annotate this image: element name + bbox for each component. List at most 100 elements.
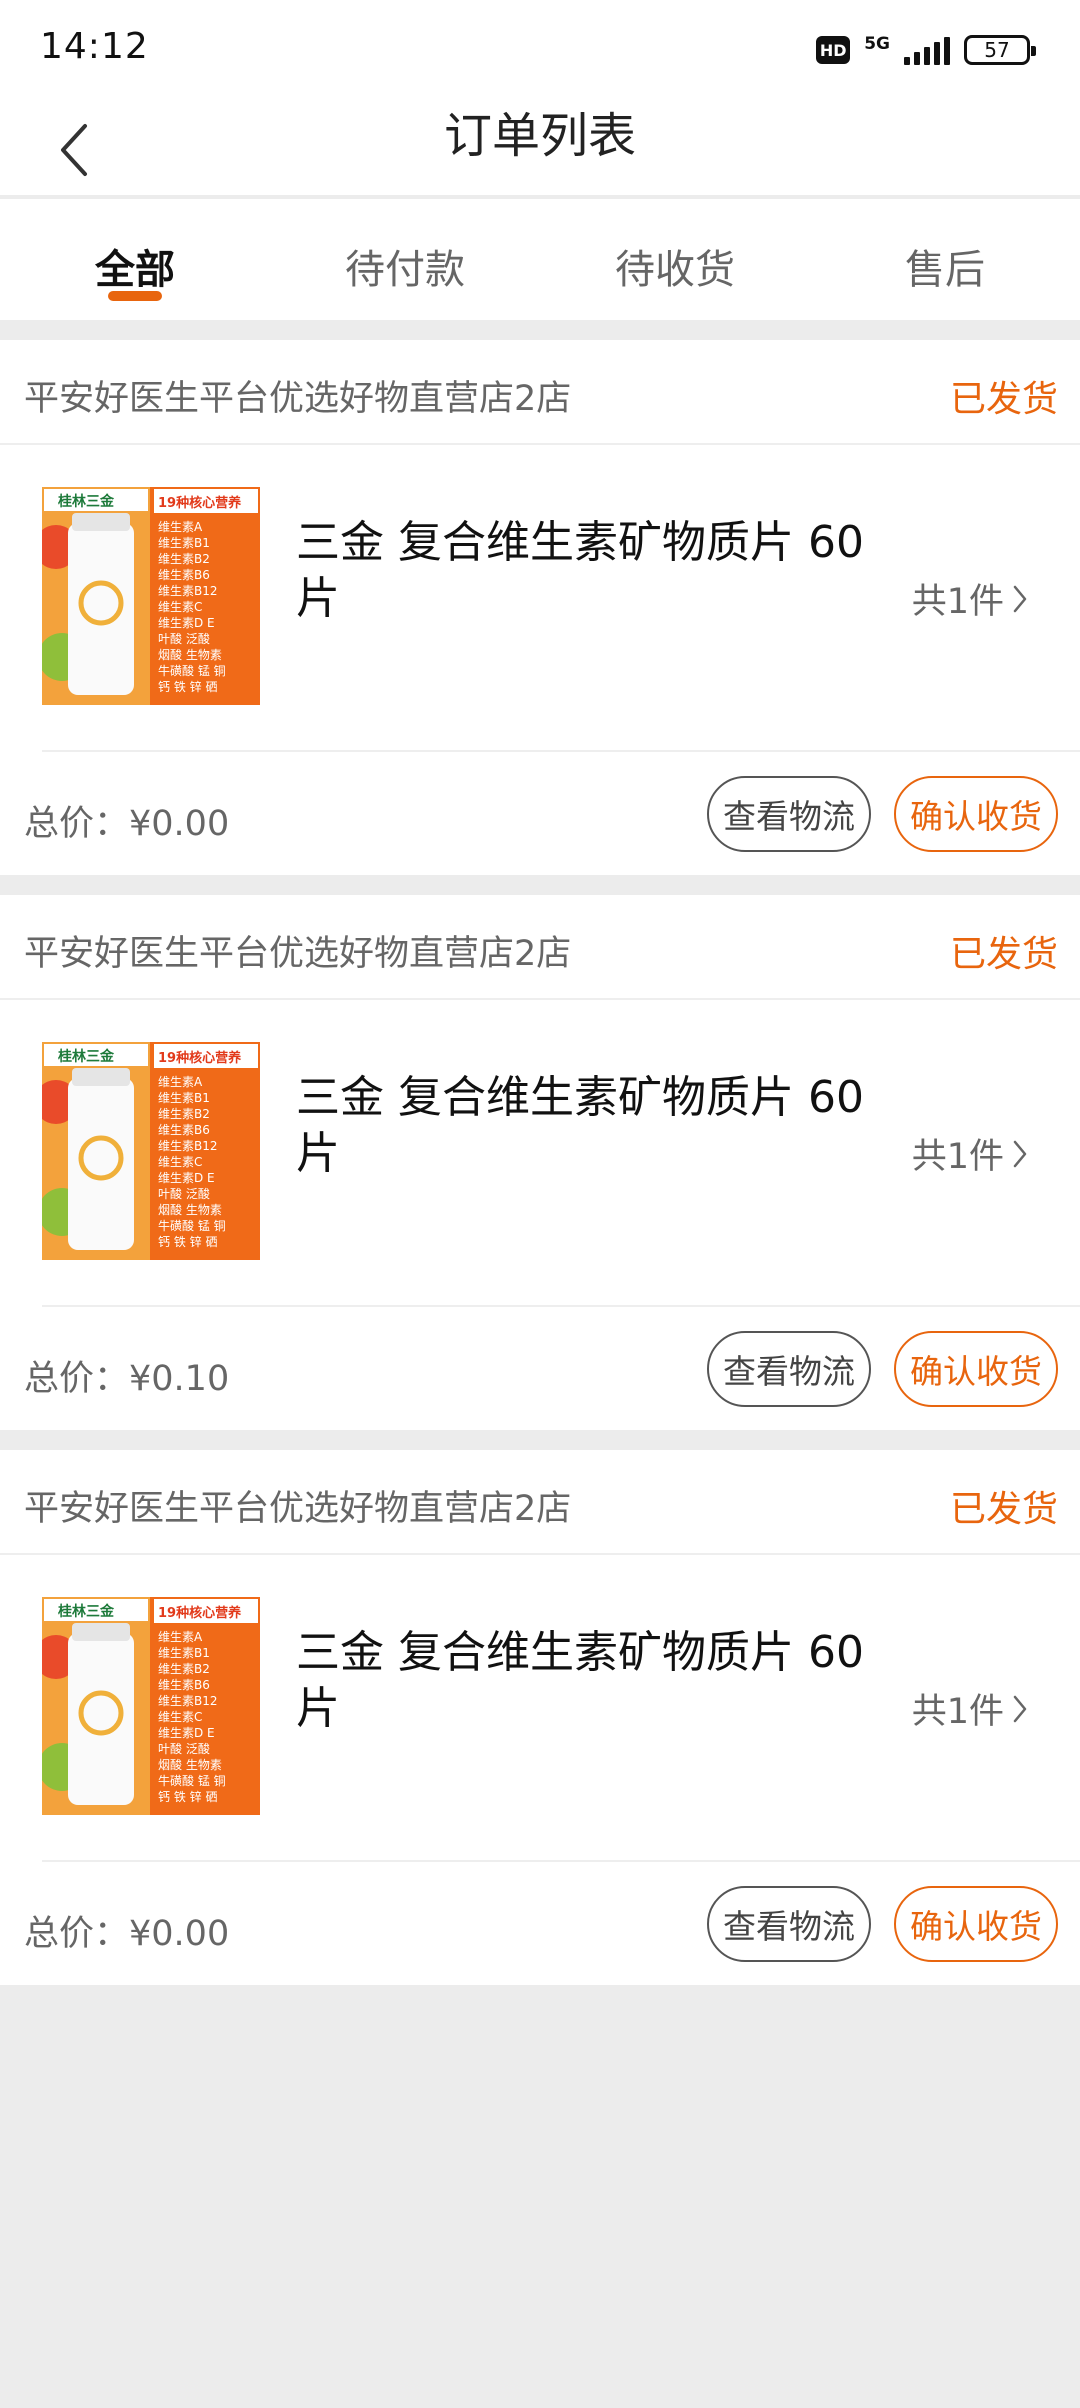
- tab-label: 全部: [95, 247, 175, 293]
- total-price-label: 总价：: [24, 804, 130, 844]
- nutrient-label: 维生素C: [158, 1710, 202, 1724]
- nutrient-label: 叶酸 泛酸: [158, 631, 210, 646]
- confirm-receipt-button[interactable]: 确认收货: [894, 776, 1058, 852]
- nutrient-label: 叶酸 泛酸: [158, 1186, 210, 1201]
- status-icons: HD 5G 57: [816, 30, 1036, 70]
- battery-level: 57: [984, 38, 1010, 62]
- bottle-cap: [72, 1068, 130, 1086]
- nutrient-label: 维生素A: [158, 520, 203, 534]
- total-price: 总价：¥0.00: [24, 795, 229, 846]
- item-count: 共1件: [912, 573, 1028, 624]
- product-image: 桂林三金 19种核心营养 维生素A 维生素B1 维生素B2 维生素B6 维生素B12 维生素C…: [42, 1597, 260, 1815]
- order-card[interactable]: 平安好医生平台优选好物直营店2店 已发货 桂林三金 19种核心营养 维生素A 维生素B…: [0, 1450, 1080, 1985]
- store-row: 平安好医生平台优选好物直营店2店 已发货: [0, 1450, 1080, 1555]
- brand-label: 桂林三金: [57, 1603, 115, 1620]
- item-count: 共1件: [912, 1683, 1028, 1734]
- confirm-receipt-button[interactable]: 确认收货: [894, 1331, 1058, 1407]
- page-title: 订单列表: [443, 108, 636, 164]
- product-name: 三金 复合维生素矿物质片 60片: [296, 517, 864, 624]
- total-row: 总价：¥0.10 查看物流 确认收货: [0, 1307, 1080, 1430]
- nav-bar: 订单列表: [0, 100, 1080, 197]
- order-card[interactable]: 平安好医生平台优选好物直营店2店 已发货 桂林三金 19种核心营养 维生素A 维生素B…: [0, 340, 1080, 875]
- badge-label: 19种核心营养: [158, 1050, 242, 1066]
- nutrient-label: 维生素B2: [158, 552, 210, 566]
- item-count-label: 共1件: [911, 1692, 1004, 1732]
- store-name[interactable]: 平安好医生平台优选好物直营店2店: [24, 1480, 571, 1531]
- nutrient-label: 维生素B1: [158, 536, 210, 550]
- nutrient-label: 牛磺酸 锰 铜: [158, 1773, 226, 1788]
- nutrient-label: 维生素D E: [158, 616, 215, 630]
- chevron-right-icon: [1013, 585, 1027, 612]
- nutrient-label: 维生素B12: [158, 1139, 218, 1153]
- nutrient-label: 维生素B6: [158, 1678, 210, 1692]
- status-time: 14:12: [40, 26, 149, 67]
- chevron-right-icon: [1013, 1695, 1027, 1722]
- product-package-graphic: 桂林三金 19种核心营养维生素A 维生素B1 维生素B2 维生素B6 维生素B12 维生素C…: [42, 1042, 260, 1260]
- bottle-body: [68, 1633, 134, 1805]
- store-name[interactable]: 平安好医生平台优选好物直营店2店: [24, 370, 571, 421]
- order-status: 已发货: [949, 1489, 1058, 1530]
- nutrient-label: 牛磺酸 锰 铜: [158, 1218, 226, 1233]
- tab-pending-payment[interactable]: 待付款: [270, 199, 540, 320]
- nutrient-label: 维生素B1: [158, 1646, 210, 1660]
- confirm-receipt-button[interactable]: 确认收货: [894, 1886, 1058, 1962]
- network-5g-label: 5G: [864, 34, 890, 54]
- nutrient-label: 维生素B6: [158, 1123, 210, 1137]
- view-logistics-button[interactable]: 查看物流: [707, 1886, 871, 1962]
- nutrient-label: 维生素D E: [158, 1171, 215, 1185]
- nutrient-label: 维生素B2: [158, 1662, 210, 1676]
- order-status: 已发货: [949, 934, 1058, 975]
- store-row: 平安好医生平台优选好物直营店2店 已发货: [0, 340, 1080, 445]
- nutrient-label: 维生素C: [158, 1155, 202, 1169]
- nutrient-label: 维生素B12: [158, 584, 218, 598]
- product-row[interactable]: 桂林三金 19种核心营养 维生素A 维生素B1 维生素B2 维生素B6 维生素B12 维生素C…: [0, 445, 1080, 750]
- store-row: 平安好医生平台优选好物直营店2店 已发货: [0, 895, 1080, 1000]
- view-logistics-button[interactable]: 查看物流: [707, 1331, 871, 1407]
- signal-icon: [904, 35, 950, 65]
- product-image: 桂林三金 19种核心营养 维生素A 维生素B1 维生素B2 维生素B6 维生素B12 维生素C…: [42, 487, 260, 705]
- battery-icon: 57: [964, 35, 1036, 65]
- bottle-body: [68, 523, 134, 695]
- tab-label: 待付款: [345, 247, 465, 293]
- status-bar: 14:12 HD 5G 57: [0, 0, 1080, 100]
- nutrient-label: 烟酸 生物素: [158, 647, 222, 662]
- bottle-cap: [72, 1623, 130, 1641]
- tab-pending-receipt[interactable]: 待收货: [540, 199, 810, 320]
- nutrient-label: 钙 铁 锌 硒: [158, 1790, 217, 1804]
- store-name[interactable]: 平安好医生平台优选好物直营店2店: [24, 925, 571, 976]
- product-package-graphic: 桂林三金 19种核心营养维生素A 维生素B1 维生素B2 维生素B6 维生素B12 维生素C…: [42, 487, 260, 705]
- badge-label: 19种核心营养: [158, 1605, 242, 1621]
- nutrient-label: 叶酸 泛酸: [158, 1741, 210, 1756]
- nutrient-label: 烟酸 生物素: [158, 1757, 222, 1772]
- item-count-label: 共1件: [911, 582, 1004, 622]
- total-price-label: 总价：: [24, 1359, 130, 1399]
- back-button[interactable]: [44, 110, 104, 190]
- hd-icon: HD: [816, 36, 851, 64]
- item-count-label: 共1件: [911, 1137, 1004, 1177]
- brand-label: 桂林三金: [57, 493, 115, 510]
- brand-label: 桂林三金: [57, 1048, 115, 1065]
- view-logistics-button[interactable]: 查看物流: [707, 776, 871, 852]
- product-image: 桂林三金 19种核心营养 维生素A 维生素B1 维生素B2 维生素B6 维生素B12 维生素C…: [42, 1042, 260, 1260]
- chevron-right-icon: [1013, 1140, 1027, 1167]
- product-row[interactable]: 桂林三金 19种核心营养 维生素A 维生素B1 维生素B2 维生素B6 维生素B12 维生素C…: [0, 1000, 1080, 1305]
- tab-active-indicator: [108, 291, 162, 301]
- total-price-amount: ¥0.00: [129, 804, 230, 844]
- nutrient-label: 牛磺酸 锰 铜: [158, 663, 226, 678]
- tab-after-sales[interactable]: 售后: [810, 199, 1080, 320]
- tab-all[interactable]: 全部: [0, 199, 270, 320]
- total-price: 总价：¥0.00: [24, 1905, 229, 1956]
- total-price-label: 总价：: [24, 1914, 130, 1954]
- order-card[interactable]: 平安好医生平台优选好物直营店2店 已发货 桂林三金 19种核心营养 维生素A 维生素B…: [0, 895, 1080, 1430]
- bottle-body: [68, 1078, 134, 1250]
- product-name: 三金 复合维生素矿物质片 60片: [296, 1072, 864, 1179]
- nutrient-label: 维生素A: [158, 1630, 203, 1644]
- product-row[interactable]: 桂林三金 19种核心营养 维生素A 维生素B1 维生素B2 维生素B6 维生素B12 维生素C…: [0, 1555, 1080, 1860]
- chevron-left-icon: [61, 124, 87, 176]
- nutrient-label: 维生素A: [158, 1075, 203, 1089]
- nutrient-label: 烟酸 生物素: [158, 1202, 222, 1217]
- tab-label: 售后: [905, 247, 985, 293]
- bottle-cap: [72, 513, 130, 531]
- nutrient-label: 维生素B6: [158, 568, 210, 582]
- order-status: 已发货: [949, 379, 1058, 420]
